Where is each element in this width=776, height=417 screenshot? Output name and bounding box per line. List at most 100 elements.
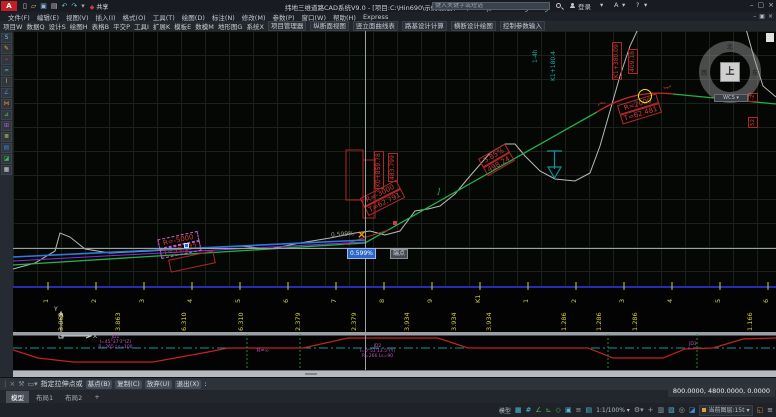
menu-draw[interactable]: 绘图(D): [182, 12, 205, 22]
side-tool-icon[interactable]: ⊞: [1, 121, 12, 131]
viewcube-top-face[interactable]: 上: [720, 62, 740, 82]
annotation-visibility-icon[interactable]: +: [648, 406, 654, 414]
side-tool-icon[interactable]: ▤: [1, 143, 12, 153]
clean-screen-icon[interactable]: ◱: [757, 406, 764, 414]
snap-mode-icon[interactable]: #: [526, 406, 532, 414]
redo-icon[interactable]: ↷: [71, 2, 77, 10]
workspace-gear-icon[interactable]: ⚙▾: [634, 406, 644, 414]
menu-tools[interactable]: 工具(T): [153, 12, 175, 22]
doc-restore-button[interactable]: ▣: [759, 13, 765, 20]
open-file-icon[interactable]: ▱: [31, 2, 36, 10]
doc-close-button[interactable]: ×: [768, 13, 773, 20]
search-icon[interactable]: [556, 3, 561, 8]
menu-dtm[interactable]: 数模M: [195, 21, 214, 31]
graphics-performance-icon[interactable]: ◪: [689, 406, 696, 414]
menu-tool[interactable]: 工具I: [134, 21, 149, 31]
dynamic-input-field[interactable]: 0.599%: [347, 248, 376, 259]
restore-button[interactable]: ▢: [758, 1, 765, 9]
cmd-option-exit[interactable]: 退出(X): [175, 380, 202, 389]
cmd-close-icon[interactable]: ×: [9, 380, 15, 388]
cmd-option-copy[interactable]: 复制(C): [115, 380, 142, 389]
compass-north-label[interactable]: 北: [727, 42, 733, 51]
side-tool-icon[interactable]: ∠: [1, 88, 12, 98]
project-manager-button[interactable]: 项目管理器: [268, 21, 307, 31]
compass-west-label[interactable]: 西: [701, 68, 707, 77]
side-tool-icon[interactable]: ⌇: [1, 77, 12, 87]
side-tool-icon[interactable]: ✎: [1, 44, 12, 54]
menu-project[interactable]: 项目W: [3, 21, 22, 31]
side-tool-icon[interactable]: ⌁: [1, 55, 12, 65]
compass-east-label[interactable]: 东: [752, 68, 758, 77]
doc-minimize-button[interactable]: –: [753, 13, 756, 20]
user-icon[interactable]: [570, 3, 575, 8]
transparency-icon[interactable]: ▤: [585, 406, 592, 414]
menu-format[interactable]: 格式(O): [123, 12, 146, 22]
menu-file[interactable]: 文件(F): [8, 12, 30, 22]
tab-layout1[interactable]: 布局1: [31, 391, 58, 403]
hot-grip[interactable]: [393, 221, 397, 225]
model-space-toggle[interactable]: 模型: [499, 406, 511, 415]
pvi-station-label[interactable]: K0+859.78: [374, 151, 384, 189]
coordinates-readout[interactable]: 800.0000, 4800.0000, 0.0000: [668, 386, 775, 397]
menu-intersection[interactable]: 平交P: [113, 21, 130, 31]
cmd-drag-handle[interactable]: |: [4, 380, 6, 388]
isodraft-icon[interactable]: ◇: [556, 406, 561, 414]
new-file-icon[interactable]: ▯: [23, 2, 27, 10]
undo-icon[interactable]: ↶: [62, 2, 68, 10]
side-tool-icon[interactable]: ◪: [1, 154, 12, 164]
menu-edit[interactable]: 编辑(E): [37, 12, 59, 22]
cmd-customize-wrench-icon[interactable]: ⚒: [18, 380, 24, 388]
scrollbar-thumb-notch[interactable]: [305, 373, 317, 375]
command-line[interactable]: | × ⚒ ▭▾ 指定拉伸点或 基点(B) 复制(C) 放弃(U) 退出(X) …: [0, 377, 776, 390]
menu-help[interactable]: 帮助(H): [333, 12, 356, 22]
tab-layout2[interactable]: 布局2: [60, 391, 87, 403]
a-dropdown-icon[interactable]: ▾: [622, 1, 625, 9]
terrain-line[interactable]: [13, 31, 638, 269]
cmd-recent-icon[interactable]: ▭▾: [28, 380, 38, 388]
polar-tracking-icon[interactable]: ⊾: [546, 406, 552, 414]
side-tool-icon[interactable]: ▦: [1, 165, 12, 175]
control-params-button[interactable]: 控制参数输入: [500, 21, 545, 31]
annotation-scale-control[interactable]: 1:1/100% ▾: [596, 407, 630, 414]
lineweight-icon[interactable]: ≡: [576, 406, 582, 414]
autodesk-a-icon[interactable]: A: [614, 1, 618, 9]
wcs-dropdown[interactable]: WCS ▾: [714, 94, 748, 102]
login-button[interactable]: 登录: [578, 1, 591, 11]
side-tool-icon[interactable]: ≣: [1, 132, 12, 142]
menu-dimension[interactable]: 标注(N): [212, 12, 235, 22]
help-icon[interactable]: ?: [636, 1, 639, 9]
side-tool-icon[interactable]: S: [1, 33, 12, 43]
share-button[interactable]: ◆ 共享: [90, 2, 109, 11]
cmd-option-undo[interactable]: 放弃(U): [145, 380, 172, 389]
menu-template[interactable]: 模板E: [174, 21, 191, 31]
pvi-elevation-label[interactable]: 483.799: [388, 153, 398, 182]
close-button[interactable]: ×: [768, 1, 774, 9]
drawing-canvas[interactable]: Y X R=-5000 T=59.172: [13, 31, 776, 377]
cmd-option-base[interactable]: 基点(B): [86, 380, 113, 389]
menu-view[interactable]: 视图(V): [66, 12, 89, 22]
menu-window[interactable]: 窗口(W): [301, 12, 326, 22]
app-logo-icon[interactable]: A: [1, 1, 17, 11]
menu-design[interactable]: 设计S: [49, 21, 66, 31]
menu-drawing[interactable]: 绘图H: [70, 21, 88, 31]
grid-display-icon[interactable]: ▦: [515, 406, 522, 414]
menu-system[interactable]: 系统X: [246, 21, 263, 31]
tab-model[interactable]: 模型: [6, 391, 29, 403]
search-input[interactable]: [432, 2, 550, 10]
isolate-objects-icon[interactable]: ◎: [679, 406, 685, 414]
quick-properties-icon[interactable]: ▧: [668, 406, 675, 414]
qat-dropdown-icon[interactable]: ▾: [81, 2, 85, 10]
side-tool-icon[interactable]: ⋈: [1, 99, 12, 109]
curve-table-button[interactable]: 竖立面曲线表: [353, 21, 398, 31]
menu-extend[interactable]: 扩展K: [153, 21, 170, 31]
horizontal-scrollbar[interactable]: [13, 370, 776, 377]
menu-parameters[interactable]: 参数(P): [272, 12, 294, 22]
current-layer-control[interactable]: 当前图层:15t▾: [699, 405, 752, 416]
structure-rect[interactable]: [346, 150, 363, 200]
vertical-scrollbar-thumb[interactable]: [766, 33, 774, 42]
profile-view-button[interactable]: 纵断面视图: [310, 21, 349, 31]
account-dropdown-icon[interactable]: ▾: [600, 1, 603, 9]
menu-modify[interactable]: 修改(M): [242, 12, 266, 22]
side-tool-icon[interactable]: ≍: [1, 66, 12, 76]
menu-terrain[interactable]: 地形图G: [218, 21, 243, 31]
